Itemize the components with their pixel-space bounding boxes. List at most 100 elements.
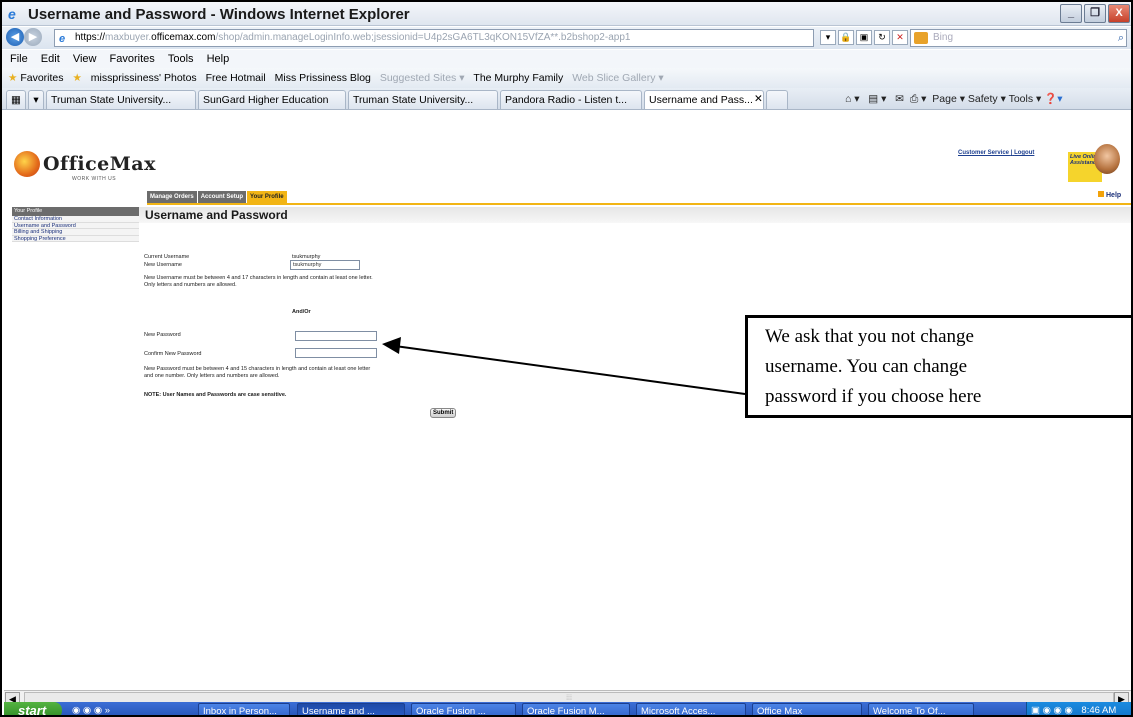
favorites-star-icon[interactable]: ★ bbox=[8, 72, 17, 84]
new-password-input[interactable] bbox=[295, 331, 377, 341]
tab-truman-2[interactable]: Truman State University... bbox=[348, 90, 498, 109]
quick-launch-icons[interactable]: ◉ ◉ ◉ » bbox=[72, 702, 110, 715]
sidebar-item-shopping[interactable]: Shopping Preference bbox=[12, 235, 139, 242]
close-tab-icon[interactable]: ✕ bbox=[750, 90, 764, 109]
url-domain: officemax.com bbox=[151, 32, 216, 43]
quick-tabs-icon[interactable]: ▦ bbox=[6, 90, 26, 109]
back-arrow-icon[interactable]: ◀ bbox=[6, 28, 24, 46]
confirm-password-label: Confirm New Password bbox=[144, 351, 202, 357]
help-icon[interactable]: ❓▾ bbox=[1044, 93, 1062, 105]
system-tray: ▣ ◉ ◉ ◉ 8:46 AM bbox=[1026, 702, 1131, 716]
clock: 8:46 AM bbox=[1081, 705, 1117, 716]
current-username-label: Current Username bbox=[144, 254, 190, 260]
tab-username-password[interactable]: Username and Pass... bbox=[644, 90, 764, 109]
windows-taskbar: start ◉ ◉ ◉ » Inbox in Person... Usernam… bbox=[4, 702, 1131, 716]
close-button[interactable]: X bbox=[1108, 4, 1130, 23]
home-icon[interactable]: ⌂ ▾ bbox=[845, 93, 860, 105]
confirm-password-input[interactable] bbox=[295, 348, 377, 358]
new-tab-button[interactable] bbox=[766, 90, 788, 109]
top-links: Customer Service | Logout bbox=[958, 150, 1034, 156]
dropdown-icon[interactable]: ▾ bbox=[820, 30, 836, 45]
taskbar-item[interactable]: Welcome To Of... bbox=[868, 703, 974, 715]
forward-arrow-icon[interactable]: ▶ bbox=[24, 28, 42, 46]
taskbar-item[interactable]: Office Max bbox=[752, 703, 862, 715]
profile-sidebar: Your Profile Contact Information Usernam… bbox=[12, 207, 139, 242]
callout-line-1: We ask that you not change bbox=[765, 326, 974, 347]
logout-link[interactable]: Logout bbox=[1014, 150, 1034, 156]
tray-icons[interactable]: ▣ ◉ ◉ ◉ bbox=[1031, 705, 1073, 715]
username-rule-2: Only letters and numbers are allowed. bbox=[144, 282, 237, 288]
password-rule-2: and one number. Only letters and numbers… bbox=[144, 373, 280, 379]
menu-favorites[interactable]: Favorites bbox=[110, 53, 155, 65]
mail-icon[interactable]: ✉ bbox=[895, 93, 904, 105]
content-header: Username and Password bbox=[139, 207, 1131, 223]
live-assistance-button[interactable]: Live Online Assistance bbox=[1068, 144, 1130, 186]
fav-item[interactable]: Miss Prissiness Blog bbox=[275, 72, 371, 84]
fav-item[interactable]: Suggested Sites ▾ bbox=[380, 72, 465, 84]
help-label: Help bbox=[1106, 192, 1122, 199]
start-button[interactable]: start bbox=[4, 702, 62, 715]
ie-tools-menu[interactable]: Page ▾ Safety ▾ Tools ▾ bbox=[932, 93, 1041, 105]
submit-button[interactable]: Submit bbox=[430, 408, 457, 418]
url-sub: maxbuyer. bbox=[105, 32, 152, 43]
minimize-button[interactable]: _ bbox=[1060, 4, 1082, 23]
taskbar-item[interactable]: Microsoft Acces... bbox=[636, 703, 746, 715]
help-icon bbox=[1098, 191, 1104, 197]
feeds-icon[interactable]: ▤ ▾ bbox=[868, 93, 886, 105]
customer-service-link[interactable]: Customer Service bbox=[958, 150, 1009, 156]
address-row: ◀ ▶ e https://maxbuyer.officemax.com/sho… bbox=[2, 27, 1131, 49]
address-tools: ▾ 🔒 ▣ ↻ ✕ bbox=[820, 30, 910, 45]
nav-underline bbox=[147, 203, 1131, 205]
compat-icon[interactable]: ▣ bbox=[856, 30, 872, 45]
taskbar-item[interactable]: Username and ... bbox=[297, 703, 405, 715]
title-bar: e Username and Password - Windows Intern… bbox=[2, 2, 1131, 26]
fav-item[interactable]: The Murphy Family bbox=[473, 72, 563, 84]
add-favorite-icon[interactable]: ★ bbox=[72, 72, 81, 84]
lock-icon[interactable]: 🔒 bbox=[838, 30, 854, 45]
nav-account-setup[interactable]: Account Setup bbox=[197, 191, 247, 203]
restore-button[interactable]: ❐ bbox=[1084, 4, 1106, 23]
page-icon: e bbox=[59, 33, 66, 45]
new-username-label: New Username bbox=[144, 262, 182, 268]
tab-list-icon[interactable]: ▾ bbox=[28, 90, 44, 109]
new-username-input[interactable]: tsukmurphy bbox=[290, 260, 360, 270]
help-link[interactable]: Help bbox=[1098, 191, 1121, 199]
fav-item[interactable]: Free Hotmail bbox=[206, 72, 266, 84]
password-rule: New Password must be between 4 and 15 ch… bbox=[144, 366, 371, 372]
menu-file[interactable]: File bbox=[10, 53, 28, 65]
tab-truman-1[interactable]: Truman State University... bbox=[46, 90, 196, 109]
nav-manage-orders[interactable]: Manage Orders bbox=[147, 191, 197, 203]
menu-tools[interactable]: Tools bbox=[168, 53, 194, 65]
site-nav: Manage Orders Account Setup Your Profile bbox=[147, 191, 288, 203]
callout-line-2: username. You can change bbox=[765, 356, 968, 377]
command-bar: ⌂ ▾ ▤ ▾ ✉ ⎙ ▾ Page ▾ Safety ▾ Tools ▾ ❓▾ bbox=[845, 92, 1063, 106]
menu-edit[interactable]: Edit bbox=[41, 53, 60, 65]
menu-bar: File Edit View Favorites Tools Help bbox=[2, 50, 1131, 68]
page-title: Username and Password bbox=[145, 208, 288, 222]
search-input[interactable]: Bing ⌕ bbox=[910, 29, 1127, 47]
agent-avatar bbox=[1094, 144, 1120, 174]
logo-tagline: WORK WITH US bbox=[72, 176, 117, 182]
favorites-label[interactable]: Favorites bbox=[20, 72, 63, 84]
link-separator: | bbox=[1010, 150, 1013, 156]
nav-your-profile[interactable]: Your Profile bbox=[247, 191, 287, 203]
ie-logo-icon: e bbox=[8, 6, 16, 22]
address-bar[interactable]: e https://maxbuyer.officemax.com/shop/ad… bbox=[54, 29, 814, 47]
username-rule: New Username must be between 4 and 17 ch… bbox=[144, 275, 373, 281]
fav-item[interactable]: missprissiness' Photos bbox=[91, 72, 197, 84]
fav-item[interactable]: Web Slice Gallery ▾ bbox=[572, 72, 663, 84]
menu-help[interactable]: Help bbox=[207, 53, 230, 65]
taskbar-item[interactable]: Inbox in Person... bbox=[198, 703, 290, 715]
tab-pandora[interactable]: Pandora Radio - Listen t... bbox=[500, 90, 642, 109]
search-icon[interactable]: ⌕ bbox=[1118, 30, 1124, 46]
favorites-bar: ★ Favorites ★ missprissiness' Photos Fre… bbox=[2, 68, 1131, 88]
tab-sungard[interactable]: SunGard Higher Education bbox=[198, 90, 346, 109]
taskbar-item[interactable]: Oracle Fusion ... bbox=[411, 703, 516, 715]
refresh-icon[interactable]: ↻ bbox=[874, 30, 890, 45]
callout-line-3: password if you choose here bbox=[765, 386, 982, 407]
stop-icon[interactable]: ✕ bbox=[892, 30, 908, 45]
instruction-callout: We ask that you not change username. You… bbox=[745, 315, 1131, 418]
taskbar-item[interactable]: Oracle Fusion M... bbox=[522, 703, 630, 715]
print-icon[interactable]: ⎙ ▾ bbox=[910, 93, 927, 105]
menu-view[interactable]: View bbox=[73, 53, 97, 65]
